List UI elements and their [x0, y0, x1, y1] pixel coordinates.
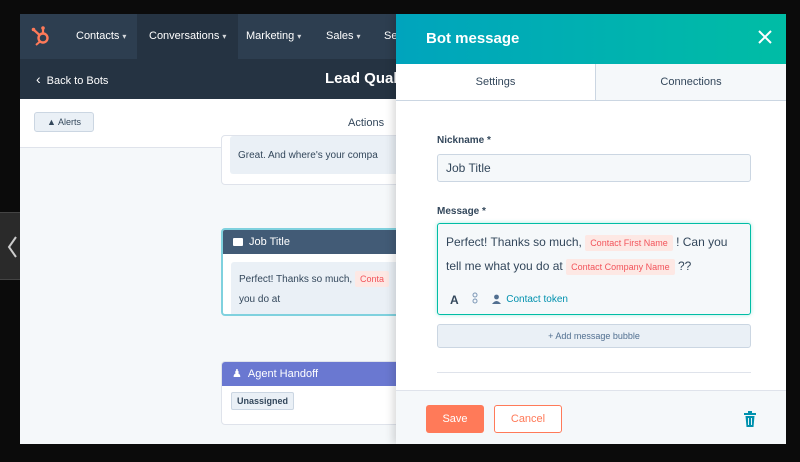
contact-company-name-token[interactable]: Contact Company Name — [566, 259, 675, 275]
warning-icon: ▲ — [47, 117, 56, 127]
text-format-icon[interactable]: A — [450, 293, 459, 307]
divider — [437, 372, 751, 373]
person-icon — [492, 294, 502, 305]
message-toolbar: A Contact token — [450, 292, 578, 307]
cancel-button[interactable]: Cancel — [494, 405, 562, 433]
chevron-left-icon: ‹ — [36, 71, 41, 87]
message-label: Message * — [437, 206, 486, 217]
hubspot-logo-icon[interactable] — [30, 25, 52, 47]
chevron-down-icon: ▾ — [297, 32, 302, 41]
trash-icon[interactable] — [743, 411, 757, 427]
back-to-bots-link[interactable]: ‹ Back to Bots — [36, 59, 108, 99]
panel-title: Bot message — [426, 30, 520, 47]
nickname-input[interactable]: Job Title — [437, 154, 751, 182]
link-icon[interactable] — [471, 292, 479, 307]
save-button[interactable]: Save — [426, 405, 484, 433]
chevron-down-icon: ▾ — [222, 32, 227, 41]
app-window: Contacts ▾ Conversations ▾ Marketing ▾ Sale… — [20, 14, 786, 444]
nav-item-marketing[interactable]: Marketing ▾ — [234, 14, 313, 59]
tab-settings[interactable]: Settings — [396, 64, 595, 100]
nav-item-contacts[interactable]: Contacts ▾ — [64, 14, 138, 59]
message-editor[interactable]: Perfect! Thanks so much, Contact First N… — [437, 223, 751, 315]
chevron-down-icon: ▾ — [356, 32, 361, 41]
panel-header: Bot message — [396, 14, 786, 64]
chevron-down-icon: ▾ — [122, 32, 127, 41]
chat-icon — [233, 238, 243, 247]
nav-item-conversations[interactable]: Conversations ▾ — [137, 14, 239, 59]
nav-item-sales[interactable]: Sales ▾ — [314, 14, 373, 59]
close-icon[interactable] — [754, 26, 776, 48]
contact-first-name-token[interactable]: Contact First Name — [585, 235, 673, 251]
agent-icon: ♟ — [232, 368, 242, 380]
contact-token-chip: Conta — [354, 271, 390, 287]
flow-card-job-title[interactable]: Job Title Perfect! Thanks so much, Conta… — [221, 228, 421, 316]
contact-token-button[interactable]: Contact token — [492, 294, 568, 305]
card-message: Great. And where's your compa — [230, 136, 412, 174]
panel-footer: Save Cancel — [396, 390, 786, 444]
alerts-button[interactable]: ▲ Alerts — [34, 112, 94, 132]
card-header: ♟ Agent Handoff — [222, 362, 420, 386]
panel-tabs: Settings Connections — [396, 64, 786, 101]
assignment-badge: Unassigned — [231, 392, 295, 410]
add-message-bubble-button[interactable]: + Add message bubble — [437, 324, 751, 348]
bot-title: Lead Qual — [325, 70, 398, 87]
card-message: Perfect! Thanks so much, Conta you do at — [231, 262, 411, 314]
tab-connections[interactable]: Connections — [595, 64, 786, 100]
card-header: Job Title — [223, 230, 419, 254]
flow-card-company[interactable]: Great. And where's your compa — [221, 135, 421, 185]
flow-card-agent-handoff[interactable]: ♟ Agent Handoff Unassigned — [221, 361, 421, 425]
nickname-label: Nickname * — [437, 135, 491, 146]
message-text: Perfect! Thanks so much, Contact First N… — [446, 235, 728, 275]
bot-message-panel: Bot message Settings Connections Nicknam… — [396, 14, 786, 444]
